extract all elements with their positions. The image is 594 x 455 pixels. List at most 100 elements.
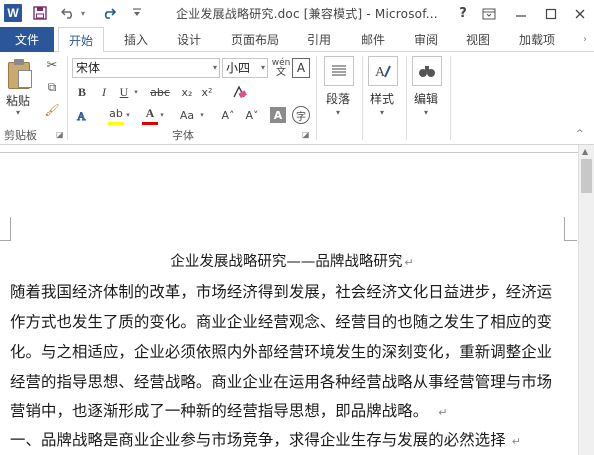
strikethrough-button[interactable]: abc <box>148 82 172 102</box>
font-launcher-icon[interactable]: ◪ <box>302 130 310 139</box>
vertical-scrollbar[interactable]: ▲ <box>578 145 594 455</box>
paragraph-button-label[interactable]: 段落 <box>326 90 350 107</box>
word-app-icon[interactable]: W <box>4 4 22 22</box>
clipboard-launcher-icon[interactable]: ◪ <box>56 130 64 139</box>
redo-icon[interactable] <box>101 4 117 22</box>
change-case-button[interactable]: Aa <box>176 105 198 125</box>
svg-text:A: A <box>77 109 86 122</box>
styles-dropdown-icon[interactable]: ▾ <box>380 108 384 117</box>
character-border-icon[interactable]: A <box>292 58 310 78</box>
group-divider <box>406 56 407 140</box>
paragraph-icon[interactable] <box>324 56 354 86</box>
tab-file[interactable]: 文件 <box>0 27 54 52</box>
collapse-ribbon-icon[interactable]: ^ <box>576 129 584 139</box>
highlight-color-button[interactable]: ab <box>108 105 124 125</box>
font-color-button[interactable]: A <box>142 105 158 125</box>
tab-insert[interactable]: 插入 <box>114 27 158 52</box>
paste-button-label[interactable]: 粘贴 <box>6 92 30 109</box>
tab-view[interactable]: 视图 <box>456 27 500 52</box>
section-heading[interactable]: 一、品牌战略是商业企业参与市场竞争，求得企业生存与发展的必然选择 ↵ <box>10 428 521 450</box>
minimize-button[interactable] <box>506 0 536 27</box>
italic-button[interactable]: I <box>96 82 112 102</box>
underline-dropdown-icon[interactable]: ▾ <box>132 82 140 102</box>
title-bar: W ▾ 企业发展战略研究.doc [兼容模式] - Microsof... ? <box>0 0 594 27</box>
shrink-font-button[interactable]: A˅ <box>243 105 261 125</box>
paragraph-mark: ↵ <box>511 435 522 448</box>
font-group-label: 字体 <box>172 129 194 142</box>
font-size-value: 小四 <box>226 61 251 75</box>
group-divider <box>450 56 451 140</box>
copy-icon[interactable]: ⧉ <box>44 79 60 95</box>
undo-dropdown-icon[interactable]: ▾ <box>78 4 88 22</box>
body-line[interactable]: 化。与之相适应，企业必须依照内外部经营环境发生的深刻变化，重新调整企业 <box>10 340 552 362</box>
clipboard-group-label: 剪贴板 <box>4 129 37 142</box>
section-heading-text: 一、品牌战略是商业企业参与市场竞争，求得企业生存与发展的必然选择 <box>10 431 506 449</box>
scroll-thumb[interactable] <box>581 159 592 193</box>
bold-button[interactable]: B <box>74 82 90 102</box>
editing-button-label[interactable]: 编辑 <box>414 90 438 107</box>
tab-addins[interactable]: 加载项 <box>510 27 564 52</box>
body-line[interactable]: 作方式也发生了质的变化。商业企业经营观念、经营目的也随之发生了相应的变 <box>10 310 552 332</box>
phonetic-guide-bottom: 文 <box>276 67 286 78</box>
body-line[interactable]: 随着我国经济体制的改革，市场经济得到发展，社会经济文化日益进步，经济运 <box>10 280 552 302</box>
editing-dropdown-icon[interactable]: ▾ <box>424 108 428 117</box>
paste-dropdown-icon[interactable]: ▾ <box>16 108 20 117</box>
group-divider <box>316 56 317 140</box>
tab-page-layout[interactable]: 页面布局 <box>222 27 288 52</box>
crop-mark <box>565 240 577 241</box>
tab-review[interactable]: 审阅 <box>404 27 448 52</box>
undo-icon[interactable] <box>60 4 76 22</box>
styles-button-label[interactable]: 样式 <box>370 90 394 107</box>
grow-font-button[interactable]: A˄ <box>219 105 237 125</box>
text-effects-icon[interactable]: A <box>74 105 90 125</box>
body-line-text: 营销中，也逐渐形成了一种新的经营指导思想，即品牌战略。 <box>10 402 429 420</box>
crop-mark <box>10 217 11 241</box>
phonetic-guide-icon[interactable]: wén 文 <box>272 56 291 80</box>
body-line-end[interactable]: 营销中，也逐渐形成了一种新的经营指导思想，即品牌战略。 ↵ <box>10 399 448 421</box>
document-title: 企业发展战略研究.doc [兼容模式] - Microsof... <box>176 7 438 21</box>
tabs-scroll-arrow-icon[interactable]: › <box>578 27 592 52</box>
document-heading-text: 企业发展战略研究——品牌战略研究 <box>170 254 403 270</box>
enclose-characters-button[interactable]: 字 <box>292 106 310 124</box>
character-shading-button[interactable]: A <box>270 107 286 123</box>
paragraph-mark: ↵ <box>404 256 414 269</box>
font-name-value: 宋体 <box>76 61 101 75</box>
clear-formatting-icon[interactable] <box>230 82 248 102</box>
font-size-combobox[interactable]: 小四 ▾ <box>222 58 268 78</box>
paragraph-mark: ↵ <box>438 406 448 419</box>
svg-text:A: A <box>375 65 386 79</box>
editing-icon[interactable] <box>412 56 442 86</box>
paragraph-dropdown-icon[interactable]: ▾ <box>336 108 340 117</box>
styles-icon[interactable]: A <box>368 56 398 86</box>
ribbon-tab-row: 文件 开始 插入 设计 页面布局 引用 邮件 审阅 视图 加载项 › <box>0 27 594 53</box>
customize-qat-icon[interactable] <box>130 4 144 22</box>
ribbon-display-options-button[interactable] <box>474 0 504 27</box>
paste-icon[interactable] <box>6 58 34 90</box>
format-painter-icon[interactable]: 🖌 <box>44 102 60 118</box>
font-name-combobox[interactable]: 宋体 ▾ <box>72 58 220 78</box>
tab-references[interactable]: 引用 <box>297 27 341 52</box>
save-icon[interactable] <box>32 4 48 22</box>
font-size-dropdown-icon[interactable]: ▾ <box>261 59 265 77</box>
superscript-button[interactable]: x² <box>198 82 216 102</box>
ribbon-home: 粘贴 ▾ ✂ ⧉ 🖌 剪贴板 ◪ 宋体 ▾ 小四 ▾ wén 文 A B I U ▾ … <box>0 52 594 145</box>
crop-mark <box>564 217 565 241</box>
highlight-dropdown-icon[interactable]: ▾ <box>124 105 132 125</box>
group-divider <box>67 56 68 140</box>
close-button[interactable] <box>565 0 594 27</box>
change-case-dropdown-icon[interactable]: ▾ <box>198 105 206 125</box>
font-color-dropdown-icon[interactable]: ▾ <box>158 105 166 125</box>
tab-design[interactable]: 设计 <box>167 27 211 52</box>
maximize-button[interactable] <box>536 0 566 27</box>
document-heading[interactable]: 企业发展战略研究——品牌战略研究 ↵ <box>0 250 578 271</box>
cut-icon[interactable]: ✂ <box>44 57 60 73</box>
font-name-dropdown-icon[interactable]: ▾ <box>213 59 217 77</box>
tab-mailings[interactable]: 邮件 <box>351 27 395 52</box>
page-top-edge <box>0 152 578 153</box>
subscript-button[interactable]: x₂ <box>178 82 196 102</box>
body-line[interactable]: 经营的指导思想、经营战略。商业企业在运用各种经营战略从事经营管理与市场 <box>10 370 552 392</box>
scroll-up-icon[interactable]: ▲ <box>582 147 588 156</box>
group-divider <box>362 56 363 140</box>
underline-button[interactable]: U <box>116 82 132 102</box>
tab-home[interactable]: 开始 <box>58 27 104 53</box>
